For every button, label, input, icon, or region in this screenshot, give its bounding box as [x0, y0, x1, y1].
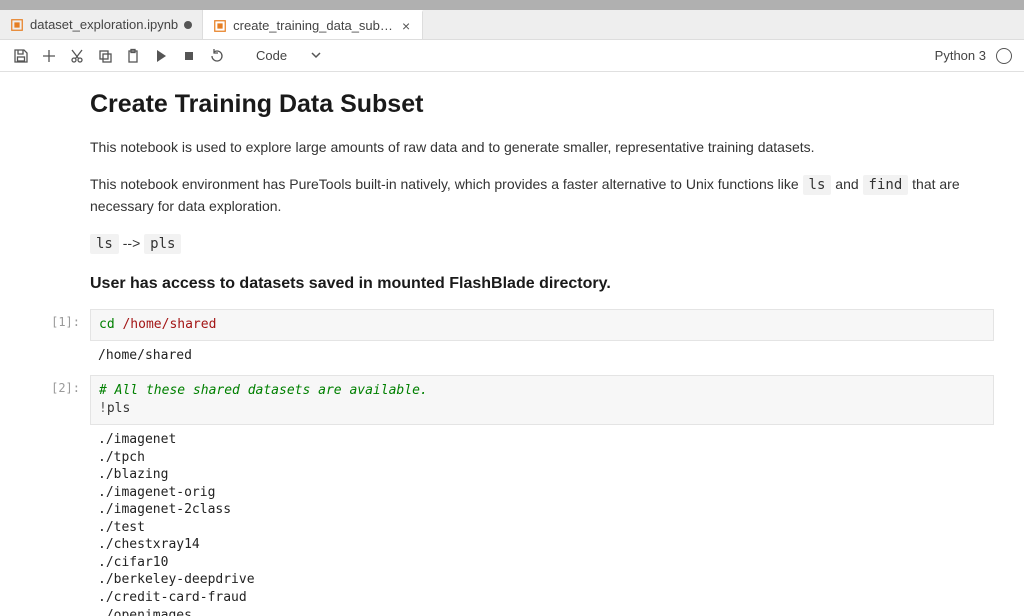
code-path: /home/shared — [115, 317, 217, 332]
inline-code: ls — [90, 234, 119, 254]
notebook-icon — [10, 18, 24, 32]
text: --> — [119, 235, 144, 251]
notebook-icon — [213, 19, 227, 33]
chevron-down-icon — [311, 48, 321, 63]
run-button[interactable] — [152, 47, 170, 65]
save-button[interactable] — [12, 47, 30, 65]
cell-output: /home/shared — [90, 341, 994, 367]
code-cell-2[interactable]: [2]: # All these shared datasets are ava… — [12, 375, 1012, 616]
ls-mapping: ls --> pls — [90, 233, 994, 255]
text: This notebook environment has PureTools … — [90, 176, 803, 192]
markdown-cell[interactable]: Create Training Data Subset This noteboo… — [90, 90, 994, 293]
kernel-indicator[interactable]: Python 3 — [935, 48, 1012, 64]
inline-code-find: find — [863, 175, 909, 195]
cell-type-selector[interactable]: Code — [250, 48, 327, 63]
stop-button[interactable] — [180, 47, 198, 65]
insert-cell-button[interactable] — [40, 47, 58, 65]
access-heading: User has access to datasets saved in mou… — [90, 275, 994, 293]
intro-paragraph: This notebook is used to explore large a… — [90, 137, 994, 158]
restart-kernel-button[interactable] — [208, 47, 226, 65]
notebook-area[interactable]: Create Training Data Subset This noteboo… — [0, 72, 1024, 616]
shell-bang: ! — [99, 401, 107, 416]
tab-create-training-data-subset[interactable]: create_training_data_subset × — [203, 10, 423, 39]
cell-prompt: [2]: — [12, 375, 90, 616]
inline-code: pls — [144, 234, 181, 254]
kernel-status-icon — [996, 48, 1012, 64]
inline-code-ls: ls — [803, 175, 832, 195]
text: and — [831, 176, 862, 192]
cell-output: ./imagenet ./tpch ./blazing ./imagenet-o… — [90, 425, 994, 616]
tab-label: dataset_exploration.ipynb — [30, 17, 178, 32]
close-tab-icon[interactable]: × — [400, 18, 412, 34]
code-input[interactable]: cd /home/shared — [90, 309, 994, 341]
tab-dataset-exploration[interactable]: dataset_exploration.ipynb — [0, 10, 203, 39]
page-title: Create Training Data Subset — [90, 90, 994, 119]
dirty-indicator-icon — [184, 21, 192, 29]
notebook-toolbar: Code Python 3 — [0, 40, 1024, 72]
tab-bar: dataset_exploration.ipynb create_trainin… — [0, 10, 1024, 40]
kernel-name: Python 3 — [935, 48, 986, 63]
copy-button[interactable] — [96, 47, 114, 65]
code-command: pls — [107, 401, 130, 416]
cell-type-label: Code — [256, 48, 287, 63]
cut-button[interactable] — [68, 47, 86, 65]
code-input[interactable]: # All these shared datasets are availabl… — [90, 375, 994, 425]
paste-button[interactable] — [124, 47, 142, 65]
cell-prompt: [1]: — [12, 309, 90, 367]
code-command: cd — [99, 317, 115, 332]
code-comment: # All these shared datasets are availabl… — [99, 383, 428, 398]
tab-label: create_training_data_subset — [233, 18, 394, 33]
window-titlebar — [0, 0, 1024, 10]
code-cell-1[interactable]: [1]: cd /home/shared /home/shared — [12, 309, 1012, 367]
env-paragraph: This notebook environment has PureTools … — [90, 174, 994, 217]
